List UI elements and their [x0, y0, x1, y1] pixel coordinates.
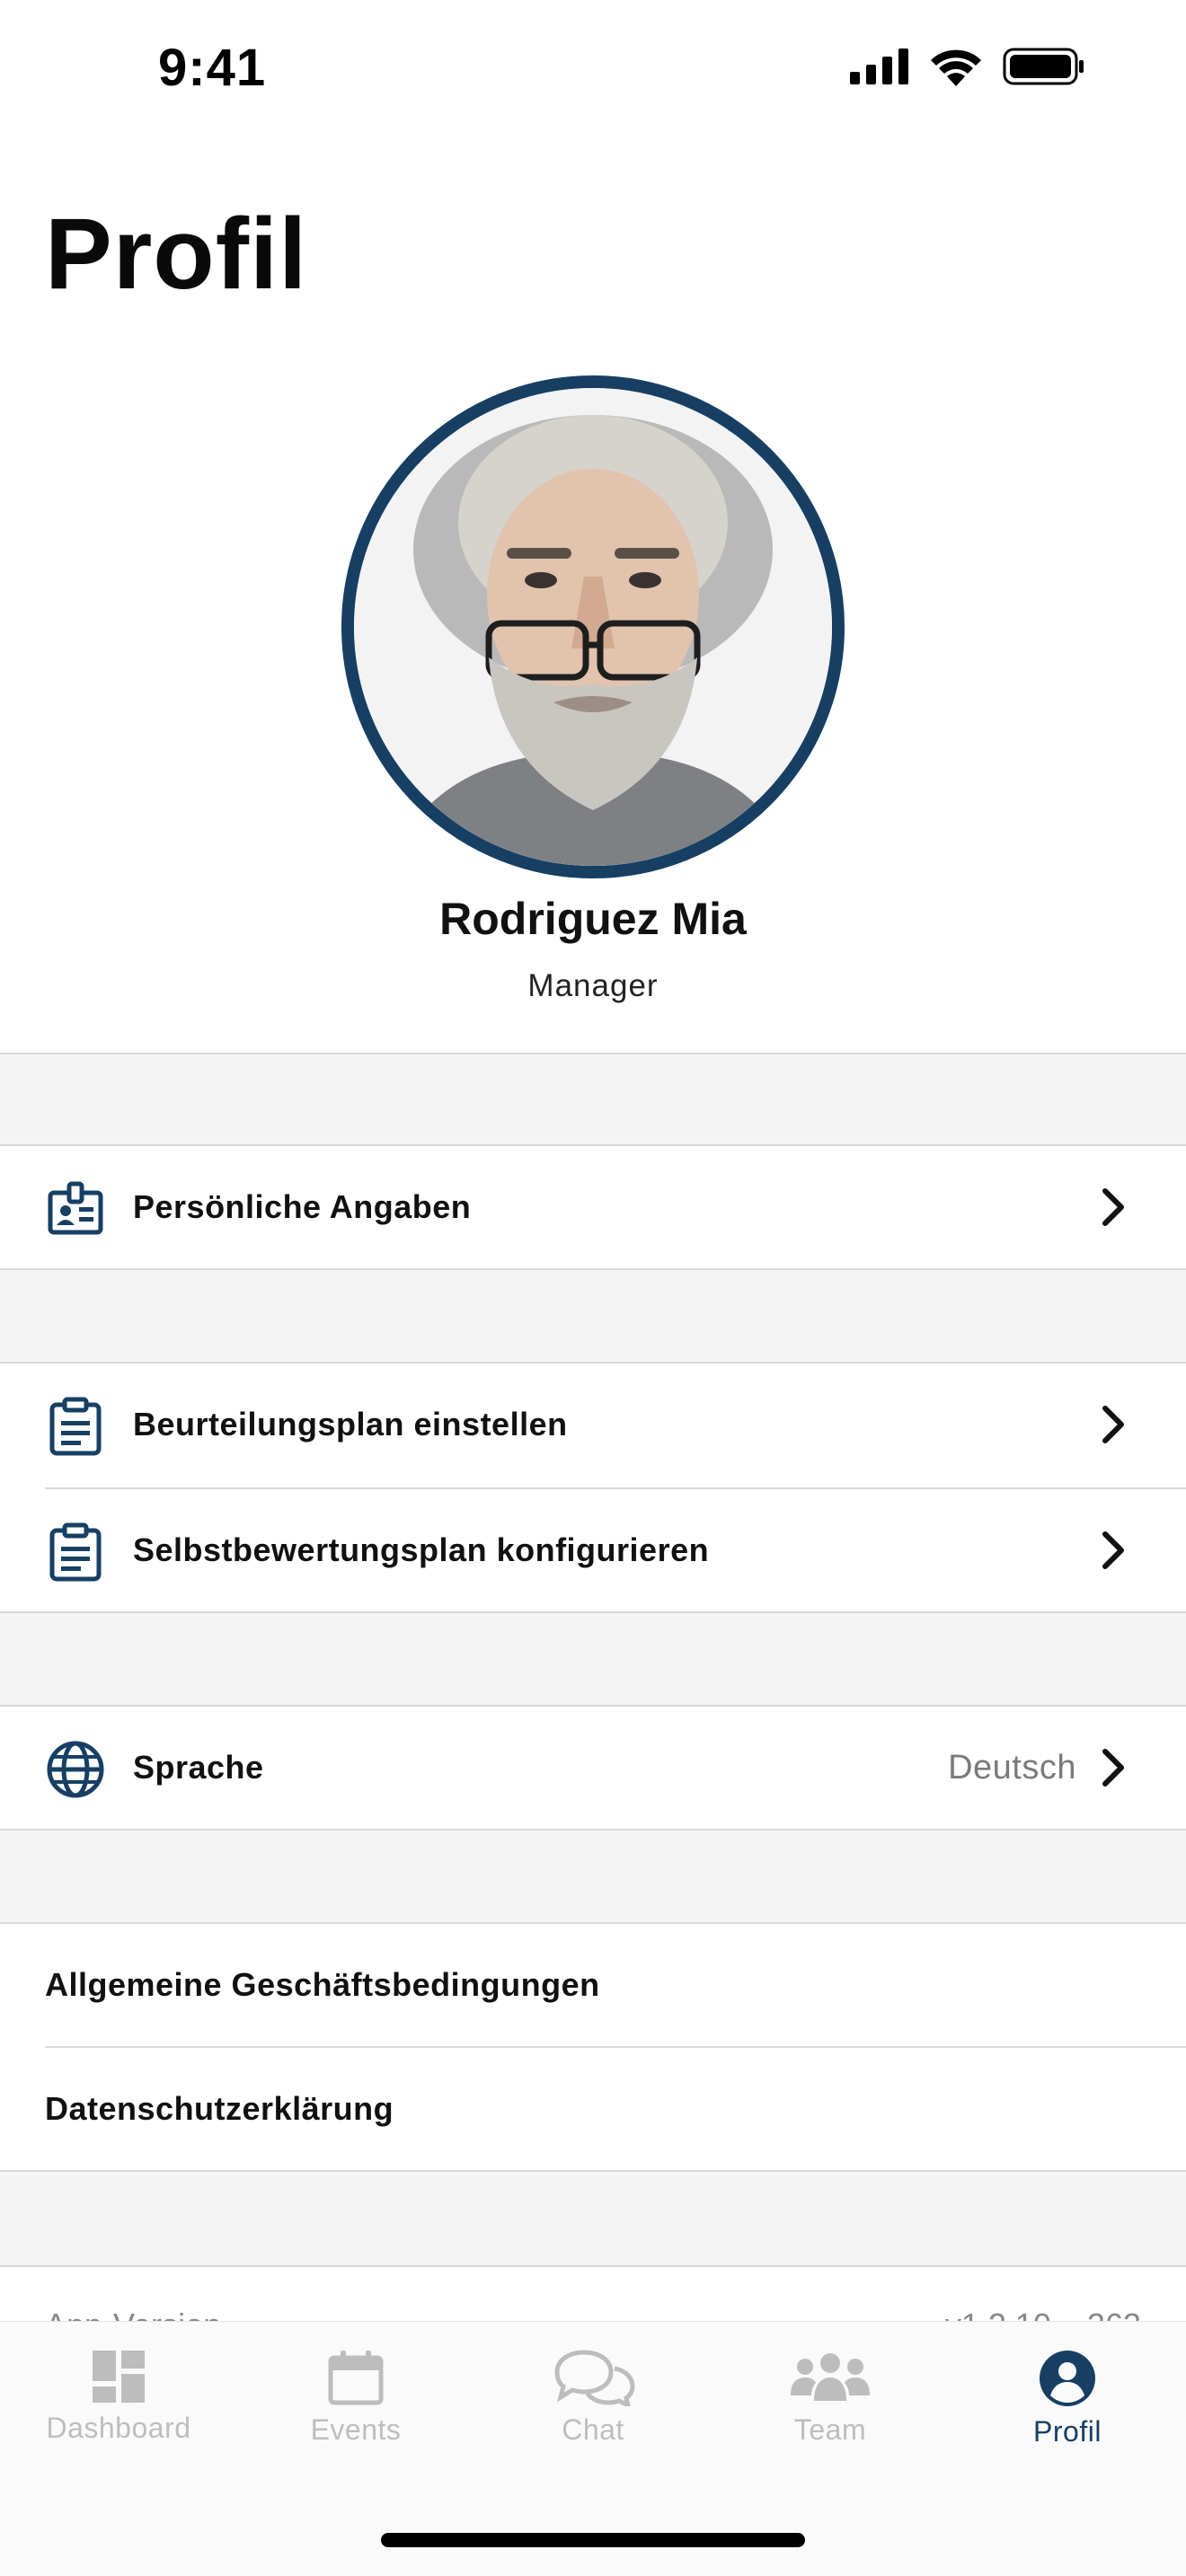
- tab-profil[interactable]: Profil: [949, 2349, 1186, 2475]
- section-gap: [0, 2170, 1186, 2267]
- menu-language-label: Sprache: [133, 1749, 264, 1786]
- menu-privacy-label: Datenschutzerklärung: [45, 2090, 394, 2127]
- section-gap: [0, 1611, 1186, 1707]
- language-value: Deutsch: [948, 1749, 1076, 1786]
- app-version-value: v1.2.10 – 263: [945, 2307, 1141, 2321]
- app-version-label: App-Version: [45, 2307, 221, 2321]
- tab-chat[interactable]: Chat: [474, 2349, 712, 2475]
- avatar[interactable]: [341, 375, 845, 878]
- menu-personal-info[interactable]: Persönliche Angaben: [0, 1146, 1186, 1268]
- tab-team-label: Team: [793, 2413, 867, 2446]
- tab-dashboard-label: Dashboard: [46, 2412, 191, 2444]
- status-time: 9:41: [158, 39, 267, 97]
- tab-chat-label: Chat: [562, 2413, 624, 2446]
- section-gap: [0, 1829, 1186, 1924]
- menu-language[interactable]: Sprache Deutsch: [0, 1707, 1186, 1829]
- chevron-right-icon: [1102, 1188, 1124, 1226]
- clipboard-icon: [49, 1397, 102, 1456]
- menu-terms-label: Allgemeine Geschäftsbedingungen: [45, 1966, 600, 2003]
- wifi-icon: [931, 49, 981, 86]
- chevron-right-icon: [1102, 1749, 1124, 1786]
- menu-self-assessment-plan-label: Selbstbewertungsplan konfigurieren: [133, 1531, 710, 1568]
- page-title: Profil: [45, 198, 308, 310]
- dashboard-icon: [93, 2351, 145, 2403]
- chevron-right-icon: [1102, 1406, 1124, 1443]
- menu-personal-info-label: Persönliche Angaben: [133, 1188, 472, 1225]
- section-gap: [0, 1268, 1186, 1363]
- tab-events-label: Events: [310, 2413, 402, 2446]
- tab-dashboard[interactable]: Dashboard: [0, 2349, 237, 2475]
- app-version-row: App-Version v1.2.10 – 263: [0, 2267, 1186, 2321]
- tab-events[interactable]: Events: [237, 2349, 474, 2475]
- menu-assessment-plan-label: Beurteilungsplan einstellen: [133, 1406, 568, 1442]
- menu-self-assessment-plan[interactable]: Selbstbewertungsplan konfigurieren: [0, 1489, 1186, 1611]
- profile-icon: [1040, 2351, 1095, 2406]
- tab-profil-label: Profil: [1033, 2415, 1102, 2448]
- user-name: Rodriguez Mia: [439, 894, 747, 944]
- status-bar: 9:41: [0, 0, 1186, 144]
- chevron-right-icon: [1102, 1531, 1124, 1569]
- user-role: Manager: [527, 968, 659, 1003]
- profile-screen: 9:41 Profil Rodriguez Mia Manager Persön…: [0, 0, 1186, 2576]
- menu-terms[interactable]: Allgemeine Geschäftsbedingungen: [0, 1924, 1186, 2046]
- id-badge-icon: [48, 1181, 103, 1235]
- tab-team[interactable]: Team: [712, 2349, 949, 2475]
- status-icons: [850, 47, 1085, 86]
- menu-assessment-plan[interactable]: Beurteilungsplan einstellen: [0, 1363, 1186, 1486]
- calendar-icon: [328, 2351, 384, 2405]
- signal-icon: [850, 49, 908, 84]
- home-indicator[interactable]: [381, 2533, 805, 2547]
- chat-icon: [554, 2350, 635, 2406]
- avatar-photo: [354, 388, 832, 866]
- globe-icon: [47, 1741, 104, 1798]
- clipboard-icon: [49, 1522, 102, 1582]
- team-icon: [791, 2353, 870, 2401]
- section-gap: [0, 1053, 1186, 1146]
- menu-privacy[interactable]: Datenschutzerklärung: [0, 2048, 1186, 2170]
- battery-icon: [1003, 48, 1084, 85]
